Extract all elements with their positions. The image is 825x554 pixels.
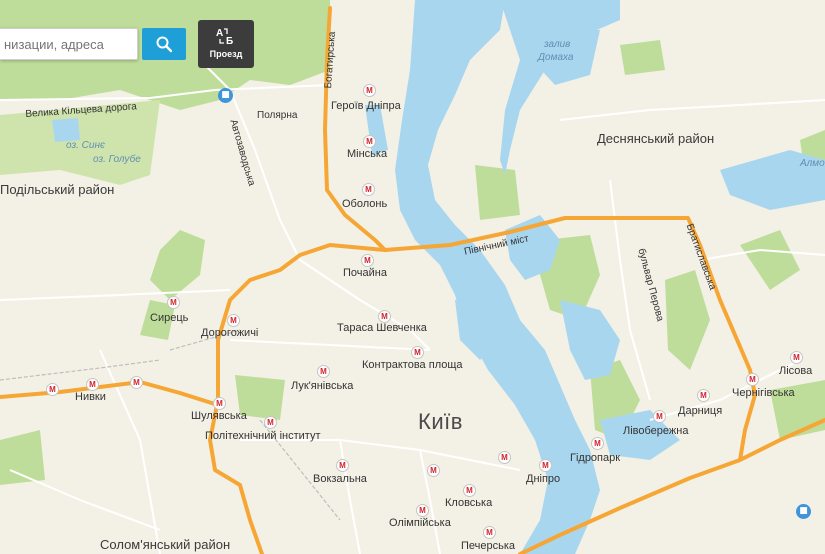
- metro-station-kontraktova[interactable]: Контрактова площа: [362, 359, 463, 372]
- metro-station-livoberezhna[interactable]: Лівобережна: [623, 425, 688, 438]
- metro-station-nyvky[interactable]: Нивки: [75, 391, 106, 404]
- metro-icon[interactable]: М: [363, 135, 376, 148]
- metro-icon[interactable]: М: [427, 464, 440, 477]
- district-label-solomianskyi: Солом'янський район: [100, 537, 231, 552]
- water-label-almo: Алмо: [800, 158, 825, 169]
- metro-icon[interactable]: М: [539, 459, 552, 472]
- svg-text:Б: Б: [226, 36, 233, 47]
- search-icon: [156, 36, 173, 53]
- metro-icon[interactable]: М: [411, 346, 424, 359]
- water-label-zaliv: залив: [544, 39, 571, 50]
- metro-icon[interactable]: М: [130, 376, 143, 389]
- bus-station-icon[interactable]: ■: [218, 88, 233, 103]
- metro-icon[interactable]: М: [167, 296, 180, 309]
- route-label: Проезд: [209, 49, 243, 59]
- metro-station-tarasa-shevchenka[interactable]: Тараса Шевченка: [337, 322, 427, 335]
- metro-icon[interactable]: М: [746, 373, 759, 386]
- metro-icon[interactable]: М: [362, 183, 375, 196]
- metro-icon[interactable]: М: [361, 254, 374, 267]
- route-icon: A Б: [216, 28, 233, 47]
- metro-station-politekhnichnyi[interactable]: Політехнічний інститут: [205, 430, 321, 443]
- metro-station-olimpiiska[interactable]: Олімпійська: [389, 517, 451, 530]
- metro-station-vokzalna[interactable]: Вокзальна: [313, 473, 367, 486]
- metro-icon[interactable]: М: [697, 389, 710, 402]
- metro-station-lukianivska[interactable]: Лук'янівська: [291, 380, 353, 393]
- svg-text:A: A: [216, 28, 223, 39]
- metro-station-syrets[interactable]: Сирець: [150, 312, 188, 325]
- metro-icon[interactable]: М: [591, 437, 604, 450]
- metro-station-obolon[interactable]: Оболонь: [342, 198, 387, 211]
- metro-station-pochaina[interactable]: Почайна: [343, 267, 387, 280]
- metro-station-minska[interactable]: Мінська: [347, 148, 387, 161]
- metro-icon[interactable]: М: [264, 416, 277, 429]
- metro-icon[interactable]: М: [213, 397, 226, 410]
- metro-icon[interactable]: М: [790, 351, 803, 364]
- district-label-podilskyi: Подільський район: [0, 182, 115, 197]
- water-label-domakha: Домаха: [538, 52, 574, 63]
- metro-station-dnipro[interactable]: Дніпро: [526, 473, 560, 486]
- route-button[interactable]: A Б Проезд: [198, 20, 254, 68]
- road-label-polyarna: Полярна: [257, 110, 298, 121]
- district-label-desnianskyi: Деснянський район: [597, 131, 715, 146]
- metro-station-lisova[interactable]: Лісова: [779, 365, 812, 378]
- city-label: Київ: [418, 409, 463, 434]
- metro-icon[interactable]: М: [317, 365, 330, 378]
- metro-station-heroiv-dnipra[interactable]: Героїв Дніпра: [331, 100, 401, 113]
- metro-station-klovska[interactable]: Кловська: [445, 497, 492, 510]
- metro-icon[interactable]: М: [86, 378, 99, 391]
- metro-icon[interactable]: М: [46, 383, 59, 396]
- metro-icon[interactable]: М: [653, 410, 666, 423]
- bus-station-icon[interactable]: ■: [796, 504, 811, 519]
- metro-station-pecherska[interactable]: Печерська: [461, 540, 515, 553]
- search-input[interactable]: [0, 29, 136, 59]
- water-label-holube: оз. Голубе: [93, 154, 141, 165]
- metro-icon[interactable]: М: [463, 484, 476, 497]
- search-bar[interactable]: [0, 28, 138, 60]
- search-button[interactable]: [142, 28, 186, 60]
- metro-icon[interactable]: М: [363, 84, 376, 97]
- metro-icon[interactable]: М: [498, 451, 511, 464]
- metro-station-darnytsia[interactable]: Дарниця: [678, 405, 722, 418]
- metro-icon[interactable]: М: [227, 314, 240, 327]
- metro-icon[interactable]: М: [483, 526, 496, 539]
- metro-icon[interactable]: М: [416, 504, 429, 517]
- metro-station-chernihivska[interactable]: Чернігівська: [732, 387, 795, 400]
- metro-station-hidropark[interactable]: Гідропарк: [570, 452, 620, 465]
- metro-station-shuliavska[interactable]: Шулявська: [191, 410, 247, 423]
- metro-station-dorohozhychi[interactable]: Дорогожичі: [201, 327, 258, 340]
- metro-icon[interactable]: М: [336, 459, 349, 472]
- water-label-syne: оз. Синє: [66, 140, 105, 151]
